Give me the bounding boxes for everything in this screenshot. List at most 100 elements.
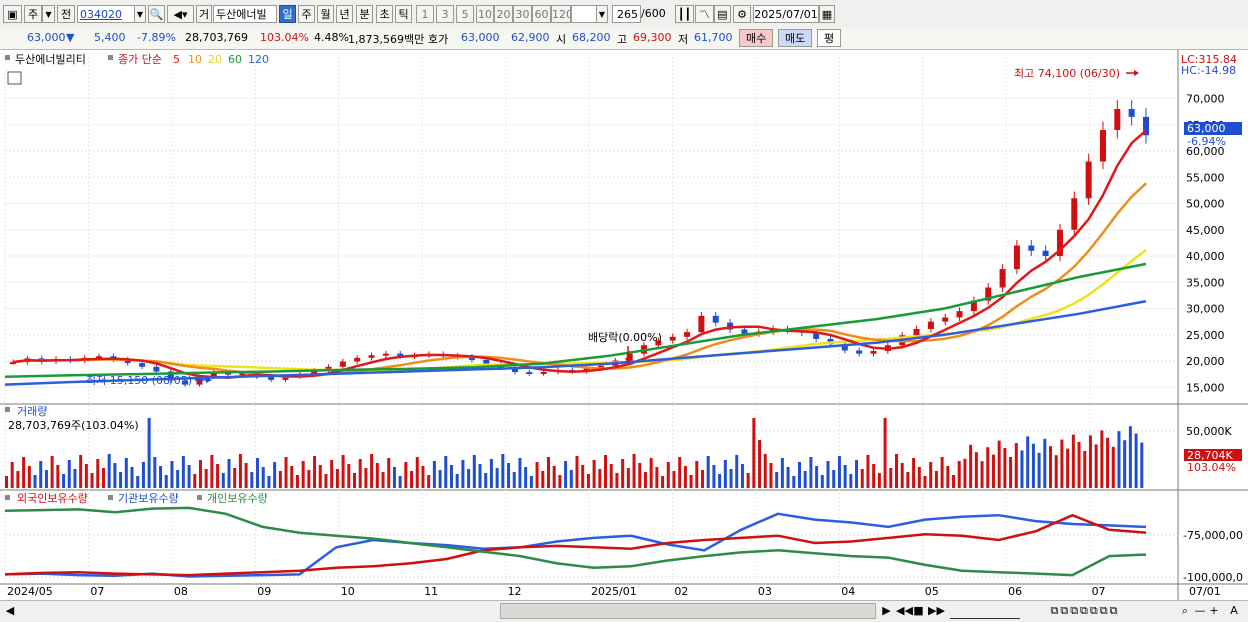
candle-body — [339, 361, 346, 367]
scroll-left-icon[interactable]: ◀ — [3, 603, 17, 619]
interval-3[interactable]: 3 — [436, 5, 454, 23]
volume-bar — [621, 459, 625, 488]
price-change: 5,400 — [94, 31, 126, 44]
scroll-right-icon[interactable]: ▶ — [880, 603, 893, 619]
volume-bar — [552, 466, 556, 488]
tab-minute[interactable]: 분 — [356, 5, 373, 23]
stock-code-input[interactable]: 034020 — [77, 5, 135, 23]
save-icon[interactable]: ▤ — [714, 5, 731, 23]
toolbox-icons[interactable]: ⧉⧉⧉⧉⧉⧉⧉ — [1025, 603, 1145, 619]
legend-ma60: 60 — [228, 53, 242, 66]
volume-bar — [335, 469, 339, 488]
volume-bar — [906, 472, 910, 488]
legend-institution: 기관보유수량 — [118, 492, 179, 505]
date-input[interactable]: 2025/07/01 — [753, 5, 819, 23]
volume-bar — [261, 467, 265, 488]
tab-year[interactable]: 년 — [336, 5, 353, 23]
interval-1[interactable]: 1 — [416, 5, 434, 23]
trade-amount: 1,873,569백만 — [348, 33, 425, 46]
eval-button[interactable]: 평 — [817, 29, 842, 47]
market-dropdown-icon[interactable]: ▼ — [42, 5, 55, 23]
bid-price: 63,000 — [461, 31, 500, 44]
stop-icon[interactable]: ■ — [912, 603, 925, 619]
scroll-bar[interactable]: ◀ ▶ ◀◀ ■ ▶▶ ⧉⧉⧉⧉⧉⧉⧉ ⌕ — + A — [0, 600, 1248, 622]
volume-bar — [421, 466, 425, 488]
market-select[interactable]: 주 — [24, 5, 42, 23]
price-tick-label: 45,000 — [1186, 224, 1225, 237]
volume-bar — [883, 418, 887, 488]
volume-bar — [1088, 435, 1092, 488]
volume-bar — [33, 475, 37, 488]
interval-120[interactable]: 120 — [551, 5, 571, 23]
volume-bar — [626, 468, 630, 488]
tab-second[interactable]: 초 — [376, 5, 393, 23]
holding-lines — [4, 506, 1147, 578]
interval-20[interactable]: 20 — [494, 5, 513, 23]
volume-bar — [1037, 452, 1041, 488]
tab-tick[interactable]: 틱 — [395, 5, 412, 23]
stock-chart[interactable]: 15,000 20,000 25,000 30,000 35,000 40,000 45,0… — [0, 50, 1248, 600]
volume-bar — [370, 454, 374, 488]
interval-10[interactable]: 10 — [476, 5, 494, 23]
volume-bar — [843, 465, 847, 488]
volume-bar — [797, 462, 801, 488]
interval-custom-input[interactable] — [571, 5, 597, 23]
volume-bar — [324, 474, 328, 488]
prefix-button[interactable]: 전 — [57, 5, 75, 23]
count-input[interactable]: 265 — [612, 5, 641, 23]
volume-bar — [84, 464, 88, 488]
scroll-thumb[interactable] — [500, 603, 876, 619]
interval-30[interactable]: 30 — [513, 5, 532, 23]
speaker-icon[interactable]: ◀▾ — [167, 5, 194, 23]
search-icon[interactable]: 🔍 — [148, 5, 165, 23]
volume-bar — [1031, 443, 1035, 488]
candle-type-icon[interactable]: ┃┃ — [675, 5, 694, 23]
interval-dropdown-icon[interactable]: ▼ — [596, 5, 608, 23]
high-note: 최고 74,100 (06/30) — [1014, 67, 1120, 80]
candle-body — [153, 366, 160, 372]
price-tick-label: 70,000 — [1186, 93, 1225, 106]
tab-week[interactable]: 주 — [298, 5, 315, 23]
volume-bar — [164, 475, 168, 488]
tab-day[interactable]: 일 — [279, 5, 296, 23]
plus-icon[interactable]: + — [1208, 603, 1220, 619]
sell-button[interactable]: 매도 — [778, 29, 813, 47]
code-dropdown-icon[interactable]: ▼ — [134, 5, 146, 23]
volume-bar — [489, 459, 493, 488]
zoom-icon[interactable]: ⌕ — [1178, 603, 1192, 619]
auto-scale-icon[interactable]: A — [1224, 603, 1244, 619]
rewind-icon[interactable]: ◀◀ — [896, 603, 913, 619]
volume-bar — [398, 476, 402, 488]
volume-bar — [10, 462, 14, 488]
interval-60[interactable]: 60 — [532, 5, 551, 23]
volume-bar — [381, 472, 385, 488]
time-tick-label: 11 — [424, 585, 438, 598]
volume-value: 28,703,769 — [185, 31, 248, 44]
calendar-icon[interactable]: ▦ — [819, 5, 835, 23]
candles — [10, 100, 1149, 387]
price-change-pct: -7.89% — [137, 31, 176, 44]
volume-bar — [1066, 448, 1070, 488]
candle-body — [483, 359, 490, 364]
volume-bar — [558, 475, 562, 488]
volume-bar — [204, 469, 208, 488]
tab-month[interactable]: 월 — [317, 5, 334, 23]
minus-icon[interactable]: — — [1194, 603, 1206, 619]
volume-bar — [889, 468, 893, 488]
calendar-grid-icon[interactable] — [7, 71, 22, 85]
legend-stock-name: 두산에너빌리티 — [15, 53, 86, 66]
chart-type-icon[interactable]: 〽 — [695, 5, 714, 23]
forward-icon[interactable]: ▶▶ — [928, 603, 945, 619]
window-menu-icon[interactable]: ▣ — [3, 5, 22, 23]
volume-bar — [1140, 442, 1144, 488]
volume-bar — [775, 472, 779, 488]
volume-bar — [1049, 446, 1053, 488]
gear-icon[interactable]: ⚙ — [733, 5, 751, 23]
volume-pct: 103.04% — [260, 31, 309, 44]
zoom-slider[interactable] — [950, 603, 1020, 619]
interval-5[interactable]: 5 — [456, 5, 474, 23]
buy-button[interactable]: 매수 — [739, 29, 774, 47]
volume-bar — [1071, 434, 1075, 488]
volume-bar — [758, 440, 762, 488]
volume-bar — [586, 474, 590, 488]
